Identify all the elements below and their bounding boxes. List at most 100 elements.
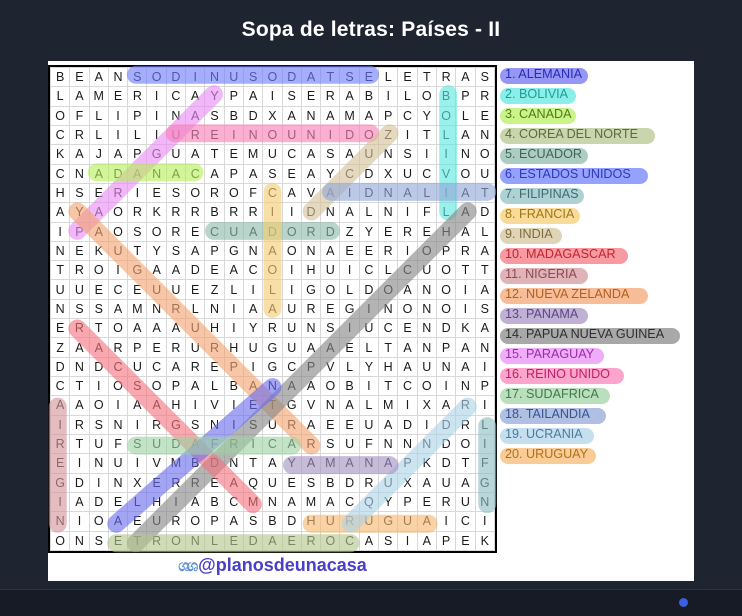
grid-cell[interactable]: A bbox=[223, 472, 244, 493]
grid-cell[interactable]: C bbox=[281, 144, 302, 165]
grid-cell[interactable]: U bbox=[88, 433, 109, 455]
grid-cell[interactable]: N bbox=[378, 298, 399, 320]
grid-cell[interactable]: T bbox=[378, 375, 399, 397]
grid-cell[interactable]: O bbox=[262, 66, 283, 88]
grid-cell[interactable]: Q bbox=[242, 472, 264, 493]
grid-cell[interactable]: C bbox=[49, 163, 71, 184]
grid-cell[interactable]: C bbox=[223, 491, 244, 513]
grid-cell[interactable]: D bbox=[242, 105, 264, 126]
grid-cell[interactable]: Y bbox=[378, 491, 399, 513]
grid-cell[interactable]: R bbox=[281, 414, 302, 435]
grid-cell[interactable]: R bbox=[185, 124, 206, 146]
grid-cell[interactable]: N bbox=[223, 453, 244, 474]
grid-cell[interactable]: C bbox=[262, 182, 283, 204]
grid-cell[interactable]: D bbox=[358, 163, 380, 184]
grid-cell[interactable]: X bbox=[378, 163, 399, 184]
word-list-item[interactable]: 8. FRANCIA bbox=[500, 207, 694, 227]
grid-cell[interactable]: N bbox=[204, 414, 225, 435]
grid-cell[interactable]: A bbox=[165, 318, 187, 339]
grid-cell[interactable]: P bbox=[223, 163, 244, 184]
grid-cell[interactable]: G bbox=[165, 414, 187, 435]
grid-cell[interactable]: H bbox=[146, 491, 167, 513]
word-list-item[interactable]: 18. TAILANDIA bbox=[500, 407, 694, 427]
grid-cell[interactable]: A bbox=[300, 144, 322, 165]
grid-cell[interactable]: A bbox=[88, 163, 109, 184]
grid-cell[interactable]: C bbox=[397, 260, 418, 281]
grid-cell[interactable]: N bbox=[146, 298, 167, 320]
grid-cell[interactable]: R bbox=[204, 182, 225, 204]
grid-cell[interactable]: A bbox=[474, 279, 496, 300]
grid-cell[interactable]: I bbox=[397, 202, 418, 223]
grid-cell[interactable]: S bbox=[262, 163, 283, 184]
grid-cell[interactable]: A bbox=[185, 375, 206, 397]
grid-cell[interactable]: N bbox=[107, 414, 129, 435]
grid-cell[interactable]: K bbox=[416, 453, 437, 474]
grid-cell[interactable]: M bbox=[88, 86, 109, 107]
grid-cell[interactable]: A bbox=[339, 144, 360, 165]
grid-cell[interactable]: L bbox=[474, 414, 496, 435]
grid-cell[interactable]: O bbox=[107, 221, 129, 242]
grid-cell[interactable]: S bbox=[242, 414, 264, 435]
grid-cell[interactable]: F bbox=[358, 433, 380, 455]
grid-cell[interactable]: A bbox=[378, 453, 399, 474]
grid-cell[interactable]: S bbox=[339, 66, 360, 88]
grid-cell[interactable]: I bbox=[165, 491, 187, 513]
grid-cell[interactable]: A bbox=[262, 298, 283, 320]
grid-cell[interactable]: D bbox=[358, 279, 380, 300]
grid-cell[interactable]: Y bbox=[416, 105, 437, 126]
grid-cell[interactable]: S bbox=[165, 182, 187, 204]
grid-cell[interactable]: C bbox=[455, 511, 476, 532]
grid-cell[interactable]: U bbox=[146, 279, 167, 300]
grid-cell[interactable]: S bbox=[69, 298, 90, 320]
grid-cell[interactable]: N bbox=[49, 511, 71, 532]
grid-cell[interactable]: P bbox=[204, 511, 225, 532]
word-search-grid[interactable]: BEANSODINUSODATSELETRASLAMERICAYPAISERAB… bbox=[48, 65, 497, 553]
grid-cell[interactable]: I bbox=[358, 375, 380, 397]
grid-cell[interactable]: R bbox=[435, 491, 457, 513]
grid-cell[interactable]: C bbox=[146, 356, 167, 378]
grid-cell[interactable]: P bbox=[127, 105, 148, 126]
grid-cell[interactable]: R bbox=[69, 260, 90, 281]
grid-cell[interactable]: U bbox=[127, 356, 148, 378]
grid-cell[interactable]: M bbox=[339, 105, 360, 126]
grid-cell[interactable]: N bbox=[378, 433, 399, 455]
grid-cell[interactable]: E bbox=[88, 182, 109, 204]
grid-cell[interactable]: D bbox=[339, 124, 360, 146]
grid-cell[interactable]: U bbox=[262, 472, 283, 493]
grid-cell[interactable]: N bbox=[416, 298, 437, 320]
grid-cell[interactable]: S bbox=[88, 298, 109, 320]
grid-cell[interactable]: L bbox=[339, 356, 360, 378]
grid-cell[interactable]: I bbox=[242, 433, 264, 455]
grid-cell[interactable]: I bbox=[435, 511, 457, 532]
grid-cell[interactable]: A bbox=[185, 433, 206, 455]
grid-cell[interactable]: N bbox=[416, 433, 437, 455]
grid-cell[interactable]: D bbox=[474, 202, 496, 223]
grid-cell[interactable]: H bbox=[223, 337, 244, 358]
word-list-item[interactable]: 4. COREA DEL NORTE bbox=[500, 127, 694, 147]
grid-cell[interactable]: A bbox=[281, 182, 302, 204]
grid-cell[interactable]: F bbox=[242, 182, 264, 204]
grid-cell[interactable]: L bbox=[416, 182, 437, 204]
grid-cell[interactable]: N bbox=[262, 491, 283, 513]
grid-cell[interactable]: A bbox=[397, 279, 418, 300]
grid-cell[interactable]: A bbox=[185, 144, 206, 165]
grid-cell[interactable]: N bbox=[378, 144, 399, 165]
grid-cell[interactable]: B bbox=[339, 375, 360, 397]
grid-cell[interactable]: O bbox=[262, 124, 283, 146]
grid-cell[interactable]: I bbox=[474, 356, 496, 378]
grid-cell[interactable]: G bbox=[474, 472, 496, 493]
grid-cell[interactable]: A bbox=[358, 105, 380, 126]
grid-cell[interactable]: S bbox=[320, 144, 341, 165]
grid-cell[interactable]: K bbox=[474, 530, 496, 551]
grid-cell[interactable]: S bbox=[281, 86, 302, 107]
grid-cell[interactable]: N bbox=[435, 356, 457, 378]
grid-cell[interactable]: A bbox=[455, 202, 476, 223]
grid-cell[interactable]: E bbox=[185, 221, 206, 242]
grid-cell[interactable]: E bbox=[146, 337, 167, 358]
grid-cell[interactable]: R bbox=[69, 414, 90, 435]
grid-cell[interactable]: I bbox=[281, 260, 302, 281]
grid-cell[interactable]: K bbox=[146, 202, 167, 223]
grid-cell[interactable]: E bbox=[281, 163, 302, 184]
grid-cell[interactable]: H bbox=[300, 260, 322, 281]
grid-cell[interactable]: A bbox=[262, 453, 283, 474]
